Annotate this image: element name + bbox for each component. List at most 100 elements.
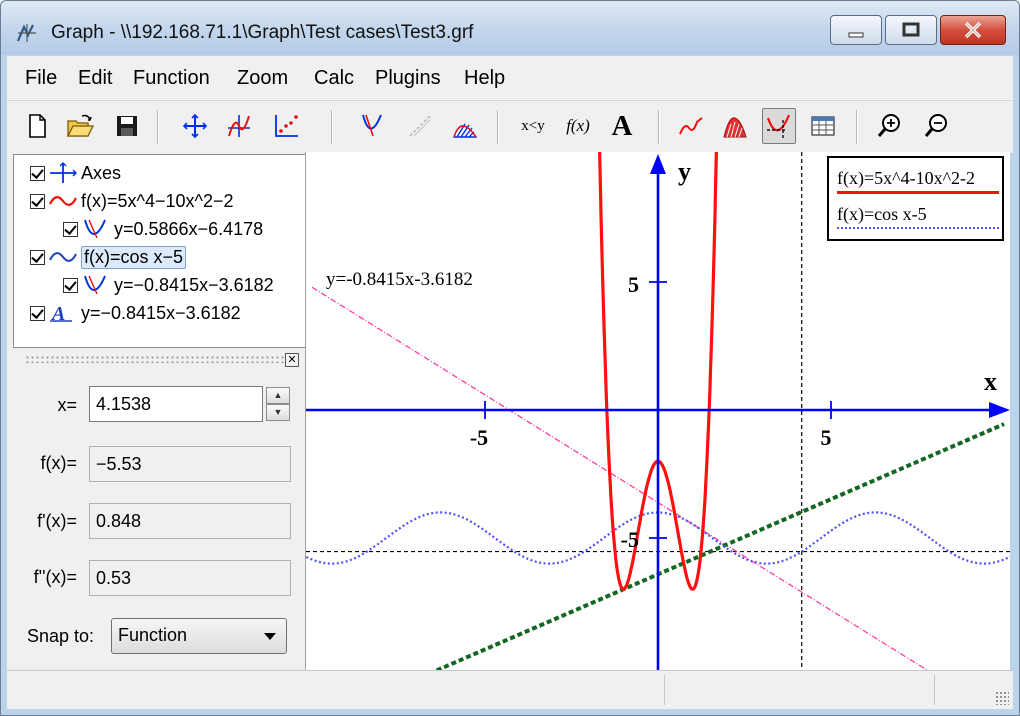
snap-select[interactable]: Function: [111, 618, 287, 654]
zoom-in-button[interactable]: [873, 108, 907, 144]
save-icon: [117, 116, 137, 136]
zoom-out-button[interactable]: [920, 108, 954, 144]
app-logo-icon: [16, 24, 36, 42]
tree-item-label: y=−0.8415x−3.6182: [81, 302, 241, 323]
label-icon: A: [50, 303, 72, 324]
menu-zoom[interactable]: Zoom: [237, 67, 288, 90]
tree-item-label: f(x)=cos x−5: [81, 245, 187, 269]
checkbox[interactable]: [63, 277, 78, 293]
close-icon: [964, 21, 982, 39]
tree-item-label: f(x)=5x^4−10x^2−2: [81, 190, 234, 211]
graph-area[interactable]: -5 5 5 -5 x y y=-0.8415x-3.6182 f(x)=5x^…: [305, 152, 1010, 670]
legend-item-2: f(x)=cos x-5: [837, 204, 927, 224]
insert-point-series-button[interactable]: [269, 108, 303, 144]
tree-item-function-2[interactable]: f(x)=cos x−5: [30, 245, 187, 269]
maximize-icon: [902, 22, 920, 37]
close-panel-icon[interactable]: ✕: [285, 353, 299, 367]
left-panel: Axes f(x)=5x^4−10x^2−2 y=0.5866x−6.4178 …: [7, 152, 307, 670]
insert-tangent-button[interactable]: [355, 108, 389, 144]
menu-help[interactable]: Help: [464, 67, 505, 90]
graph-annotation[interactable]: y=-0.8415x-3.6182: [326, 269, 473, 290]
function-tree: Axes f(x)=5x^4−10x^2−2 y=0.5866x−6.4178 …: [13, 154, 307, 348]
evaluate-button[interactable]: x<y: [513, 108, 553, 144]
area-button[interactable]: [718, 108, 752, 144]
menu-plugins[interactable]: Plugins: [375, 67, 441, 90]
insert-function-button[interactable]: [222, 108, 256, 144]
table-button[interactable]: [806, 108, 840, 144]
f1x-label: f'(x)=: [37, 511, 77, 531]
status-cell: [664, 675, 929, 705]
x-axis-arrow: [989, 402, 1010, 418]
toolbar-separator: [157, 110, 159, 144]
legend-swatch-1: [837, 191, 999, 194]
table-icon: [811, 116, 835, 136]
checkbox[interactable]: [30, 165, 45, 181]
maximize-button[interactable]: [885, 15, 937, 45]
panel-splitter[interactable]: [25, 355, 301, 363]
legend-swatch-2: [837, 227, 999, 229]
snap-label: Snap to:: [27, 626, 95, 646]
axes-button[interactable]: [178, 108, 212, 144]
tree-item-tangent-2[interactable]: y=−0.8415x−3.6182: [63, 273, 274, 297]
area-icon: [723, 117, 747, 138]
f2x-value: 0.53: [89, 560, 291, 596]
insert-shading-icon: [453, 123, 478, 138]
insert-relation-button[interactable]: [403, 108, 437, 144]
tree-item-function-1[interactable]: f(x)=5x^4−10x^2−2: [30, 189, 233, 213]
y-axis-arrow: [650, 154, 666, 174]
f1x-value: 0.848: [89, 503, 291, 539]
path-button[interactable]: [762, 108, 796, 144]
open-button[interactable]: [63, 108, 97, 144]
y-axis-label: y: [678, 157, 691, 186]
table-function-button[interactable]: f(x): [558, 108, 598, 144]
status-cell: [934, 675, 991, 705]
y-tick-label: -5: [621, 527, 639, 552]
toolbar-separator: [658, 110, 660, 144]
status-cell: [7, 675, 657, 705]
menu-calc[interactable]: Calc: [314, 67, 354, 90]
spin-up-icon[interactable]: ▲: [266, 387, 290, 404]
checkbox[interactable]: [30, 249, 45, 265]
y-tick-label: 5: [628, 272, 639, 297]
tree-item-tangent-1[interactable]: y=0.5866x−6.4178: [63, 217, 263, 241]
checkbox[interactable]: [30, 305, 45, 321]
menu-bar: File Edit Function Zoom Calc Plugins Hel…: [7, 56, 1013, 100]
tree-item-axes[interactable]: Axes: [30, 161, 121, 185]
window-title: Graph - \\192.168.71.1\Graph\Test cases\…: [51, 22, 474, 43]
menu-function[interactable]: Function: [133, 67, 210, 90]
insert-relation-icon: [409, 115, 431, 137]
insert-tangent-icon: [362, 114, 382, 137]
menu-edit[interactable]: Edit: [78, 67, 112, 90]
insert-label-button[interactable]: A: [605, 108, 639, 144]
chevron-down-icon: [264, 633, 276, 640]
snap-value: Function: [118, 625, 188, 645]
tree-item-label: y=0.5866x−6.4178: [114, 218, 264, 239]
x-input[interactable]: 4.1538: [89, 386, 263, 422]
legend[interactable]: f(x)=5x^4-10x^2-2 f(x)=cos x-5: [827, 156, 1004, 241]
checkbox[interactable]: [63, 221, 78, 237]
minimize-icon: [848, 32, 864, 38]
toolbar-separator: [331, 110, 333, 144]
x-tick-label: -5: [470, 425, 488, 450]
spin-down-icon[interactable]: ▼: [266, 404, 290, 421]
axes-icon: [50, 162, 77, 183]
axes-icon: [182, 113, 208, 139]
title-bar[interactable]: Graph - \\192.168.71.1\Graph\Test cases\…: [1, 1, 1019, 55]
status-bar: [7, 670, 1013, 709]
tree-item-label-1[interactable]: A y=−0.8415x−3.6182: [30, 301, 241, 325]
close-button[interactable]: [940, 15, 1006, 45]
legend-item-1: f(x)=5x^4-10x^2-2: [837, 168, 976, 188]
menu-file[interactable]: File: [25, 67, 57, 90]
minimize-button[interactable]: [830, 15, 882, 45]
tree-item-label: y=−0.8415x−3.6182: [114, 274, 274, 295]
new-button[interactable]: [20, 108, 54, 144]
insert-shading-button[interactable]: [448, 108, 482, 144]
x-axis-label: x: [984, 367, 997, 396]
zoom-in-icon: [877, 114, 900, 137]
x-label: x=: [57, 395, 77, 415]
zoom-out-icon: [924, 114, 947, 137]
save-button[interactable]: [110, 108, 144, 144]
checkbox[interactable]: [30, 193, 45, 209]
zoom-window-button[interactable]: [674, 108, 708, 144]
resize-grip-icon[interactable]: [995, 691, 1009, 705]
